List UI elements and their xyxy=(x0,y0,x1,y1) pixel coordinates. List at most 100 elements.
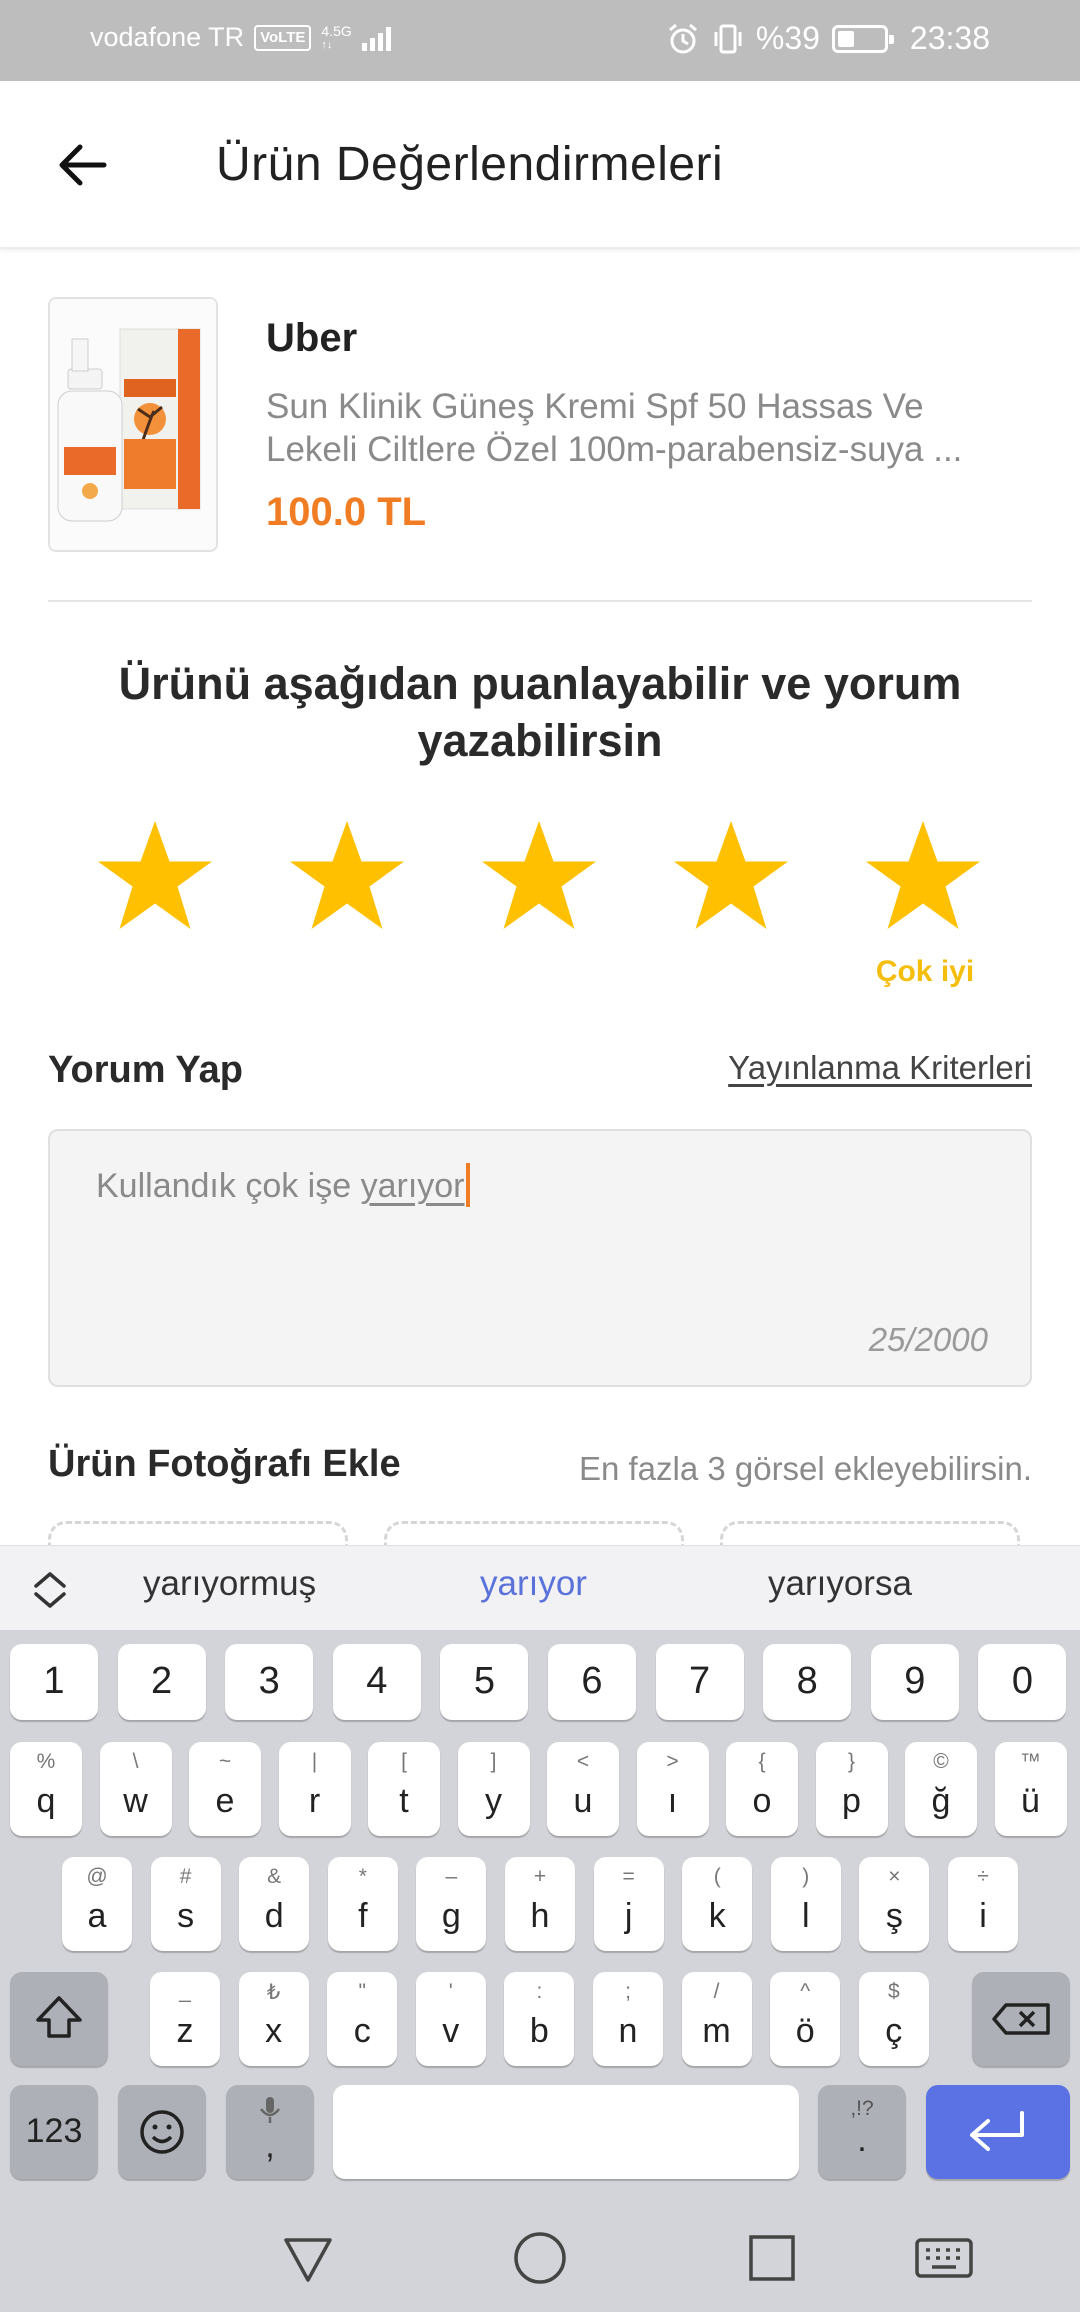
star-filled-icon[interactable] xyxy=(284,817,410,937)
vibrate-icon xyxy=(714,24,742,53)
key-p[interactable]: } p xyxy=(815,1742,888,1836)
rating-prompt: Ürünü aşağıdan puanlayabilir ve yorum ya… xyxy=(118,658,962,766)
divider xyxy=(48,600,1032,602)
keyboard: yarıyormuş yarıyor yarıyorsa 1234567890 … xyxy=(0,1545,1080,2312)
key-ç[interactable]: $ ç xyxy=(858,1972,929,2066)
suggestion-item[interactable]: yarıyorsa xyxy=(768,1564,912,1604)
emoji-key[interactable] xyxy=(118,2085,206,2179)
photo-section-title: Ürün Fotoğrafı Ekle xyxy=(48,1443,401,1485)
key-w[interactable]: \ w xyxy=(99,1742,172,1836)
character-counter: 25/2000 xyxy=(868,1321,988,1358)
comma-key[interactable]: , xyxy=(226,2085,314,2179)
signal-icon xyxy=(361,25,391,51)
period-key[interactable]: ,!? . xyxy=(818,2085,906,2179)
photo-hint: En fazla 3 görsel ekleyebilirsin. xyxy=(578,1450,1032,1487)
back-triangle-icon[interactable] xyxy=(278,2228,338,2288)
navigation-bar xyxy=(0,2200,1080,2312)
key-ş[interactable]: × ş xyxy=(859,1857,930,1951)
product-image[interactable] xyxy=(48,297,218,552)
text-cursor xyxy=(465,1163,470,1207)
carrier-name: vodafone TR xyxy=(90,22,245,52)
product-photo-icon xyxy=(50,299,216,550)
star-rating xyxy=(92,817,992,937)
key-o[interactable]: {o xyxy=(726,1742,798,1836)
comment-input[interactable]: Kullandık çok işe yarıyor 25/2000 xyxy=(48,1129,1032,1387)
key-7[interactable]: 7 xyxy=(655,1644,744,1720)
key-c[interactable]: " c xyxy=(327,1972,398,2066)
key-ı[interactable]: > ı xyxy=(636,1742,709,1836)
key-8[interactable]: 8 xyxy=(763,1644,852,1720)
key-d[interactable]: & d xyxy=(239,1857,310,1951)
key-n[interactable]: ; n xyxy=(593,1972,663,2066)
product-brand: Uber xyxy=(266,316,358,360)
key-r[interactable]: | r xyxy=(278,1742,351,1836)
key-y[interactable]: ] y xyxy=(457,1742,530,1836)
product-price: 100.0 TL xyxy=(266,490,427,534)
network-type: 4.5G ↑↓ xyxy=(321,22,352,51)
status-left: vodafone TR VoLTE 4.5G ↑↓ xyxy=(90,22,391,53)
key-q[interactable]: % q xyxy=(10,1742,82,1836)
key-ğ[interactable]: © ğ xyxy=(905,1742,977,1836)
product-description: Sun Klinik Güneş Kremi Spf 50 Hassas Ve … xyxy=(266,387,963,469)
home-circle-icon[interactable] xyxy=(510,2228,570,2288)
numbers-mode-key[interactable]: 123 xyxy=(10,2085,98,2179)
key-k[interactable]: (k xyxy=(682,1857,753,1951)
key-z[interactable]: _ z xyxy=(150,1972,220,2066)
key-ü[interactable]: ™ ü xyxy=(994,1742,1067,1836)
key-3[interactable]: 3 xyxy=(225,1644,314,1720)
key-b[interactable]: :b xyxy=(504,1972,575,2066)
key-i[interactable]: ÷ i xyxy=(948,1857,1018,1951)
recents-square-icon[interactable] xyxy=(742,2228,802,2288)
key-5[interactable]: 5 xyxy=(440,1644,529,1720)
key-v[interactable]: ' v xyxy=(415,1972,486,2066)
suggestion-item[interactable]: yarıyormuş xyxy=(143,1564,316,1604)
status-right: %39 23:38 xyxy=(666,20,990,57)
key-2[interactable]: 2 xyxy=(117,1644,206,1720)
back-arrow-icon[interactable] xyxy=(52,135,112,195)
enter-icon xyxy=(970,2111,1024,2151)
key-s[interactable]: # s xyxy=(150,1857,221,1951)
enter-key[interactable] xyxy=(926,2085,1070,2179)
key-u[interactable]: < u xyxy=(547,1742,619,1836)
expand-collapse-icon[interactable] xyxy=(30,1568,70,1612)
status-bar: vodafone TR VoLTE 4.5G ↑↓ %39 23:38 xyxy=(0,0,1080,81)
star-filled-icon[interactable] xyxy=(860,817,986,937)
key-0[interactable]: 0 xyxy=(978,1644,1067,1720)
key-ö[interactable]: ^ ö xyxy=(770,1972,841,2066)
clock: 23:38 xyxy=(909,20,990,56)
key-f[interactable]: * f xyxy=(327,1857,398,1951)
key-g[interactable]: – g xyxy=(416,1857,487,1951)
emoji-icon xyxy=(140,2110,184,2154)
key-1[interactable]: 1 xyxy=(10,1644,98,1720)
key-4[interactable]: 4 xyxy=(332,1644,421,1720)
shift-key[interactable] xyxy=(10,1972,108,2066)
page-title: Ürün Değerlendirmeleri xyxy=(216,138,724,191)
key-6[interactable]: 6 xyxy=(548,1644,636,1720)
publishing-criteria-link[interactable]: Yayınlanma Kriterleri xyxy=(728,1049,1032,1087)
rating-label: Çok iyi xyxy=(875,955,975,988)
battery-icon xyxy=(831,24,894,53)
key-h[interactable]: + h xyxy=(505,1857,575,1951)
key-j[interactable]: = j xyxy=(593,1857,664,1951)
keyboard-icon[interactable] xyxy=(914,2228,974,2288)
key-x[interactable]: ₺ x xyxy=(238,1972,309,2066)
backspace-key[interactable] xyxy=(972,1972,1070,2066)
volte-badge: VoLTE xyxy=(254,24,312,51)
key-9[interactable]: 9 xyxy=(870,1644,959,1720)
suggestion-item[interactable]: yarıyor xyxy=(480,1564,587,1604)
comment-text: Kullandık çok işe yarıyor xyxy=(96,1163,470,1207)
battery-percent: %39 xyxy=(755,20,820,56)
key-e[interactable]: ~ e xyxy=(189,1742,261,1836)
star-filled-icon[interactable] xyxy=(92,817,218,937)
star-filled-icon[interactable] xyxy=(476,817,602,937)
key-m[interactable]: / m xyxy=(681,1972,752,2066)
star-filled-icon[interactable] xyxy=(668,817,794,937)
microphone-icon xyxy=(260,2097,280,2123)
app-bar: Ürün Değerlendirmeleri xyxy=(0,81,1080,249)
key-t[interactable]: [t xyxy=(368,1742,440,1836)
space-key[interactable] xyxy=(333,2085,799,2179)
suggestion-bar: yarıyormuş yarıyor yarıyorsa xyxy=(0,1545,1080,1630)
key-l[interactable]: ) l xyxy=(770,1857,841,1951)
key-a[interactable]: @ a xyxy=(62,1857,132,1951)
shift-icon xyxy=(36,1996,82,2038)
